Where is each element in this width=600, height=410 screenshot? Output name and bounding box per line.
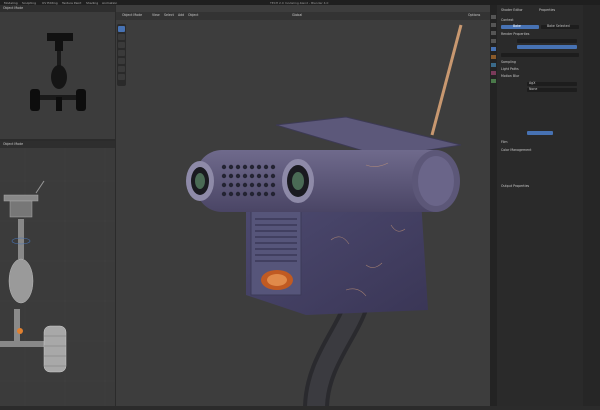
section-motion-blur[interactable]: Motion Blur	[501, 74, 519, 78]
annotate-tool-icon[interactable]	[118, 74, 125, 80]
section-render[interactable]: Render Properties	[501, 32, 529, 36]
select-tool-icon[interactable]	[118, 26, 125, 32]
render-field-1[interactable]	[517, 39, 577, 43]
bake-button[interactable]: Bake	[501, 25, 539, 29]
render-bar[interactable]	[501, 53, 579, 57]
render-field-2[interactable]	[517, 45, 577, 49]
robot-head-render	[186, 24, 463, 410]
move-tool-icon[interactable]	[118, 42, 125, 48]
tool-tab-icon	[491, 15, 496, 19]
object-tab-icon	[491, 55, 496, 59]
scene-tab-icon	[491, 47, 496, 51]
properties-panel: Shader Editor Properties Context Bake Ba…	[497, 5, 583, 406]
robot-reference-silhouette	[30, 33, 86, 111]
view-transform-select[interactable]: AgX	[527, 82, 577, 86]
section-output[interactable]: Output Properties	[501, 184, 529, 188]
menu-add[interactable]: Add	[178, 13, 184, 17]
options-dropdown[interactable]: Options	[468, 13, 480, 17]
texture-tab-icon	[491, 79, 496, 83]
ref-mode-label[interactable]: Object Mode	[3, 6, 23, 10]
look-select[interactable]: None	[527, 88, 577, 92]
ortho-viewport-pane[interactable]	[0, 141, 115, 406]
3d-viewport[interactable]	[116, 5, 490, 410]
robot-wireframe-side-view	[0, 141, 115, 406]
section-film[interactable]: Film	[501, 140, 507, 144]
properties-tab-strip	[490, 5, 497, 406]
scale-tool-icon[interactable]	[118, 58, 125, 64]
section-context[interactable]: Context	[501, 18, 514, 22]
transform-orientation[interactable]: Global	[292, 13, 302, 17]
tab-properties[interactable]: Properties	[539, 8, 555, 12]
tab-shader-editor[interactable]: Shader Editor	[501, 8, 523, 12]
material-tab-icon	[491, 71, 496, 75]
reference-image-pane[interactable]	[0, 5, 115, 139]
rotate-tool-icon[interactable]	[118, 50, 125, 56]
modifier-tab-icon	[491, 63, 496, 67]
reference-pane-header: Object Mode	[0, 5, 115, 12]
right-edge-panel	[583, 5, 600, 406]
output-tab-icon	[491, 31, 496, 35]
ortho-pane-header: Object Mode	[0, 141, 115, 148]
menu-select[interactable]: Select	[164, 13, 174, 17]
mode-dropdown[interactable]: Object Mode	[122, 13, 142, 17]
menu-view[interactable]: View	[152, 13, 160, 17]
ortho-mode-label[interactable]: Object Mode	[3, 142, 23, 146]
render-tab-icon	[491, 23, 496, 27]
blue-toggle[interactable]	[527, 131, 553, 135]
tool-shelf	[117, 24, 126, 86]
cursor-tool-icon[interactable]	[118, 34, 125, 40]
section-light-paths[interactable]: Light Paths	[501, 67, 519, 71]
bake-selected-button[interactable]: Bake Selected	[541, 25, 579, 29]
menu-object[interactable]: Object	[188, 13, 198, 17]
section-sampling[interactable]: Sampling	[501, 60, 516, 64]
transform-tool-icon[interactable]	[118, 66, 125, 72]
viewport-header: Object Mode View Select Add Object Globa…	[116, 12, 490, 20]
section-color-management[interactable]: Color Management	[501, 148, 531, 152]
view-layer-tab-icon	[491, 39, 496, 43]
